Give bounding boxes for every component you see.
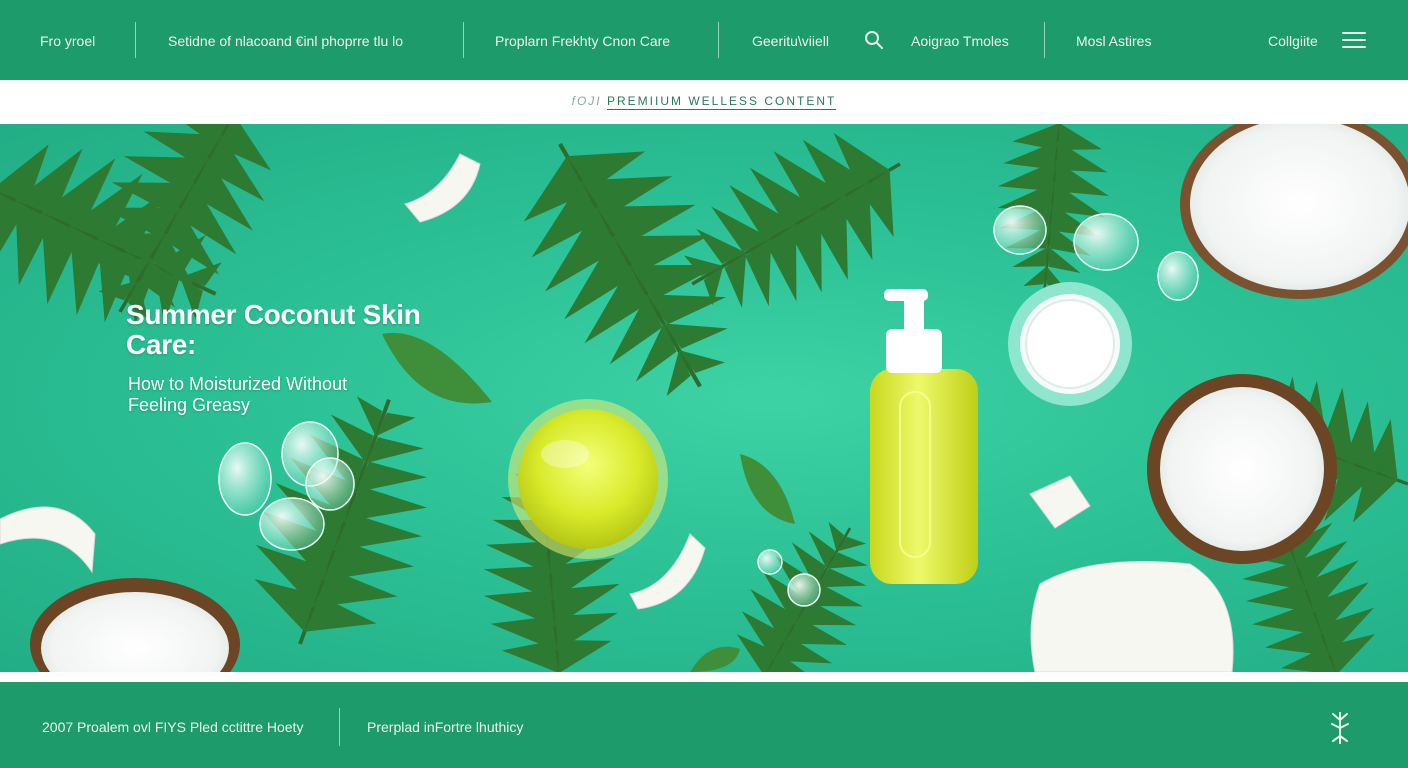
- coconut-half: [1147, 374, 1337, 564]
- leaf-sparkle-icon: [1328, 710, 1352, 751]
- pump-bottle: [870, 289, 978, 584]
- salt-bowl: [1008, 282, 1132, 406]
- nav-link-5[interactable]: Aoigrao Tmoles: [911, 32, 1009, 50]
- strip-lead-text: fOJI: [571, 94, 602, 108]
- footer-link[interactable]: Prerplad inFortre lhuthicy: [367, 718, 523, 736]
- footer-divider: [339, 708, 340, 746]
- hamburger-menu-icon[interactable]: [1342, 30, 1366, 55]
- search-icon[interactable]: [864, 30, 884, 55]
- hero-title: Summer Coconut Skin Care:: [126, 299, 421, 360]
- strip-text: fOJI PREMIIUM WELLESS CONTENT: [571, 94, 837, 110]
- nav-link-3[interactable]: Proplarn Frekhty Cnon Care: [495, 32, 670, 50]
- oil-bowl: [508, 399, 668, 559]
- nav-link-4[interactable]: Geeritu\viiell: [752, 32, 829, 50]
- coconut-half: [30, 578, 240, 672]
- nav-divider: [463, 22, 464, 58]
- nav-divider: [1044, 22, 1045, 58]
- coconut-half: [1180, 124, 1408, 299]
- hero-banner: Summer Coconut Skin Care: How to Moistur…: [0, 124, 1408, 672]
- nav-divider: [718, 22, 719, 58]
- sub-header-strip: fOJI PREMIIUM WELLESS CONTENT: [0, 80, 1408, 125]
- nav-link-1[interactable]: Fro yroel: [40, 32, 95, 50]
- footer: 2007 Proalem ovl FIYS Pled cctittre Hoet…: [0, 682, 1408, 768]
- section-spacer: [0, 672, 1408, 682]
- nav-link-6[interactable]: Mosl Astires: [1076, 32, 1151, 50]
- nav-divider: [135, 22, 136, 58]
- top-navigation-bar: Fro yroel Setidne of nlacoand €inl phopr…: [0, 0, 1408, 80]
- nav-link-2[interactable]: Setidne of nlacoand €inl phoprre tlu lo: [168, 32, 403, 50]
- premium-content-link[interactable]: PREMIIUM WELLESS CONTENT: [607, 94, 837, 110]
- footer-copyright: 2007 Proalem ovl FIYS Pled cctittre Hoet…: [42, 719, 304, 735]
- nav-link-7[interactable]: Collgiite: [1268, 32, 1318, 50]
- hero-subtitle: How to Moisturized Without Feeling Greas…: [128, 374, 348, 415]
